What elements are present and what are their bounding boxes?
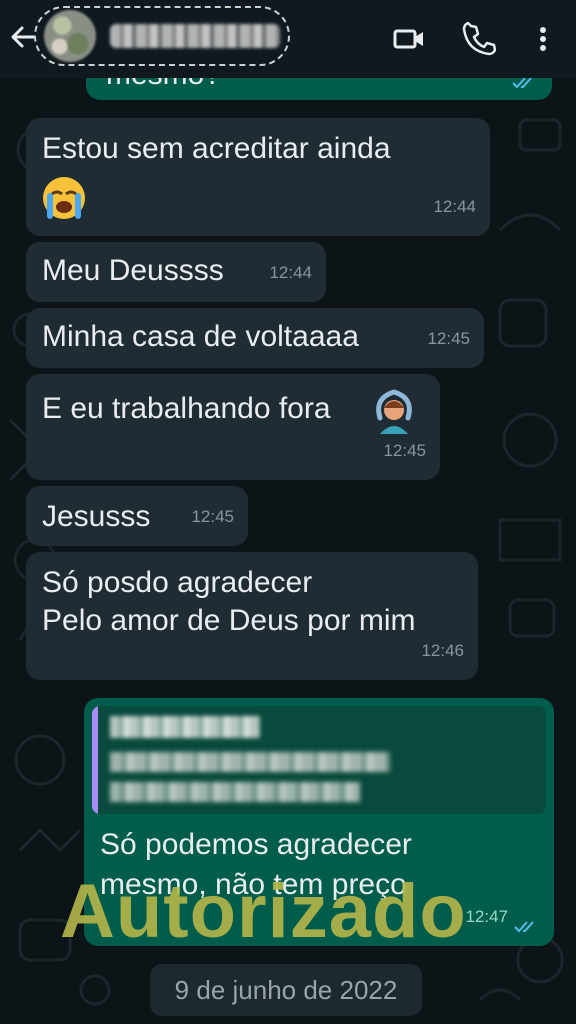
message-bubble-incoming[interactable]: Estou sem acreditar ainda 12:44 — [26, 118, 490, 236]
quoted-message[interactable] — [92, 706, 546, 814]
loudly-crying-face-icon — [43, 177, 85, 219]
message-text: Estou sem acreditar ainda — [42, 132, 391, 165]
woman-gesturing-ok-icon — [376, 389, 412, 434]
message-text: Jesusss — [42, 500, 151, 533]
message-bubble-incoming[interactable]: Meu Deussss 12:44 — [26, 242, 326, 302]
avatar[interactable] — [44, 10, 96, 62]
message-bubble-incoming[interactable]: Minha casa de voltaaaa 12:45 — [26, 308, 484, 368]
message-text-line: Só podemos agradecer — [100, 828, 412, 861]
contact-name-redacted — [110, 24, 280, 48]
message-time: 12:44 — [433, 197, 476, 216]
message-time: 12:46 — [421, 641, 464, 660]
quoted-text-redacted — [110, 782, 360, 802]
chat-header — [0, 0, 576, 78]
video-call-icon[interactable] — [392, 22, 426, 56]
message-time: 12:47 — [465, 907, 508, 926]
message-text-line: Pelo amor de Deus por mim — [42, 604, 416, 637]
message-text-line: Só posdo agradecer — [42, 566, 313, 599]
read-ticks-icon — [512, 77, 532, 89]
watermark-text: Autorizado — [60, 869, 467, 954]
message-bubble-incoming[interactable]: Só posdo agradecer Pelo amor de Deus por… — [26, 552, 478, 680]
message-text: E eu trabalhando fora — [42, 392, 331, 425]
read-ticks-icon — [514, 921, 534, 933]
message-bubble-incoming[interactable]: E eu trabalhando fora 12:45 — [26, 374, 440, 480]
more-vert-icon[interactable] — [526, 22, 560, 56]
message-text: Minha casa de voltaaaa — [42, 320, 359, 353]
contact-info[interactable] — [34, 6, 290, 66]
message-bubble-incoming[interactable]: Jesusss 12:45 — [26, 486, 248, 546]
message-time: 12:45 — [383, 441, 426, 460]
date-divider: 9 de junho de 2022 — [150, 964, 422, 1016]
quote-accent-bar — [92, 706, 98, 814]
phone-icon[interactable] — [462, 22, 496, 56]
quoted-sender-redacted — [110, 716, 260, 738]
message-text: Meu Deussss — [42, 254, 224, 287]
quoted-text-redacted — [110, 752, 390, 772]
message-time: 12:44 — [269, 263, 312, 282]
message-time: 12:45 — [427, 329, 470, 348]
message-time: 12:45 — [191, 507, 234, 526]
